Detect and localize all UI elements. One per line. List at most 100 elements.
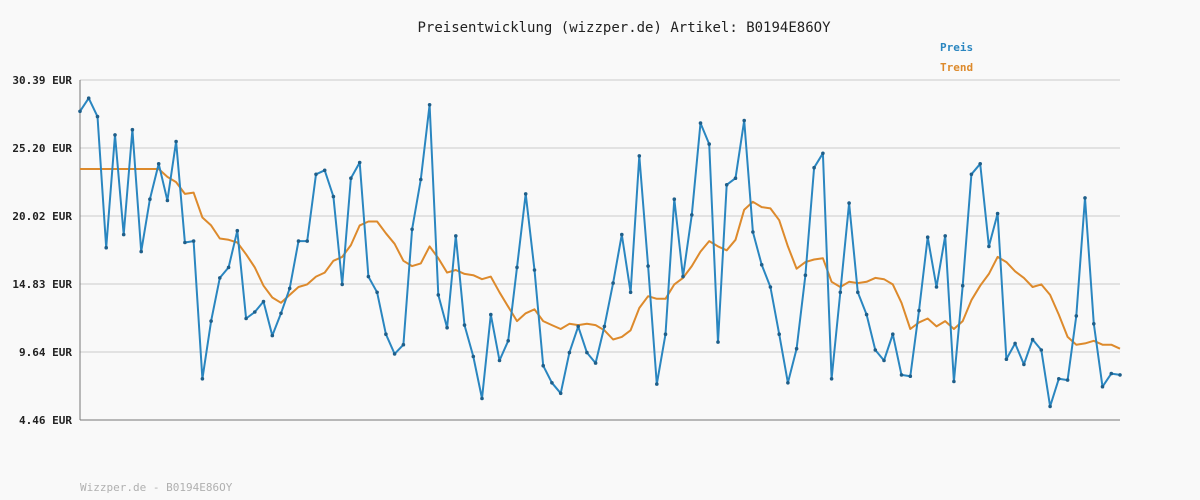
preis-point (480, 396, 484, 401)
y-tick-label: 14.83 EUR (12, 278, 72, 291)
preis-point (253, 310, 257, 314)
preis-point (270, 333, 275, 338)
preis-point (401, 342, 406, 347)
preis-point (427, 103, 432, 107)
preis-point (1013, 341, 1017, 346)
preis-point (497, 358, 502, 363)
preis-point (637, 154, 642, 158)
preis-point (296, 239, 301, 243)
preis-point (209, 319, 213, 323)
preis-point (829, 377, 834, 381)
preis-point (357, 160, 362, 165)
preis-point (943, 234, 947, 238)
preis-point (349, 176, 353, 180)
preis-point (620, 232, 624, 237)
preis-point (558, 391, 563, 396)
preis-point (226, 265, 231, 270)
preis-point (1118, 373, 1122, 377)
preis-point (716, 340, 720, 344)
preis-point (856, 290, 860, 295)
preis-point (611, 281, 615, 285)
preis-point (331, 194, 336, 199)
preis-point (1030, 337, 1035, 342)
preis-point (882, 358, 886, 363)
preis-point (1004, 357, 1009, 362)
preis-point (165, 198, 170, 203)
series (78, 96, 1122, 409)
y-tick-label: 30.39 EUR (12, 74, 72, 87)
preis-point (375, 290, 379, 295)
preis-point (454, 234, 458, 238)
preis-line (79, 97, 1121, 408)
preis-point (891, 332, 895, 337)
preis-point (244, 316, 248, 321)
preis-point (445, 325, 449, 330)
preis-point (628, 290, 633, 295)
preis-point (952, 379, 956, 384)
preis-point (314, 172, 318, 177)
preis-point (838, 290, 843, 295)
preis-point (366, 274, 371, 279)
preis-point (506, 339, 511, 343)
preis-point (663, 332, 668, 337)
preis-point (987, 244, 991, 249)
preis-point (148, 197, 152, 201)
preis-point (681, 274, 685, 279)
preis-point (873, 348, 878, 352)
preis-point (392, 352, 397, 356)
preis-point (742, 118, 746, 123)
preis-point (1083, 196, 1087, 200)
preis-point (322, 168, 327, 173)
preis-point (794, 346, 799, 351)
preis-point (78, 109, 82, 114)
y-tick-label: 4.46 EUR (19, 414, 72, 427)
preis-point (113, 133, 117, 137)
preis-point (1022, 362, 1026, 367)
preis-point (279, 311, 283, 316)
preis-point (541, 363, 545, 368)
preis-point (218, 276, 222, 280)
preis-point (261, 299, 266, 304)
preis-point (786, 381, 790, 385)
preis-point (812, 165, 816, 170)
preis-point (908, 374, 913, 379)
preis-point (768, 285, 773, 289)
preis-point (1074, 314, 1079, 318)
preis-point (585, 350, 589, 355)
preis-point (104, 245, 108, 250)
preis-point (410, 227, 414, 232)
preis-point (724, 183, 729, 187)
preis-point (471, 354, 476, 359)
preis-point (436, 293, 441, 297)
preis-point (917, 308, 921, 313)
preis-point (550, 381, 554, 385)
preis-point (1057, 377, 1061, 381)
preis-point (759, 263, 764, 267)
y-axis-ticks: 30.39 EUR 25.20 EUR 20.02 EUR 14.83 EUR … (12, 74, 72, 427)
preis-point (864, 312, 869, 317)
preis-point (235, 228, 240, 233)
y-tick-label: 25.20 EUR (12, 142, 72, 155)
preis-point (602, 324, 607, 329)
preis-point (130, 127, 135, 132)
preis-point (1100, 384, 1105, 389)
preis-point (384, 332, 388, 337)
preis-point (978, 162, 982, 166)
gridlines (80, 79, 1120, 353)
legend-preis: Preis (940, 41, 973, 54)
preis-point (174, 139, 178, 144)
preis-point (95, 114, 100, 119)
preis-point (1092, 322, 1096, 326)
legend-trend: Trend (940, 61, 973, 74)
preis-point (733, 176, 738, 180)
y-tick-label: 9.64 EUR (19, 346, 72, 359)
preis-point (515, 265, 519, 270)
preis-point (751, 230, 755, 234)
preis-point (532, 268, 537, 272)
preis-point (121, 232, 126, 237)
price-chart: Preisentwicklung (wizzper.de) Artikel: B… (12, 20, 1122, 494)
preis-point (803, 273, 808, 278)
preis-point (925, 235, 930, 239)
preis-point (287, 286, 292, 291)
preis-point (646, 264, 650, 268)
